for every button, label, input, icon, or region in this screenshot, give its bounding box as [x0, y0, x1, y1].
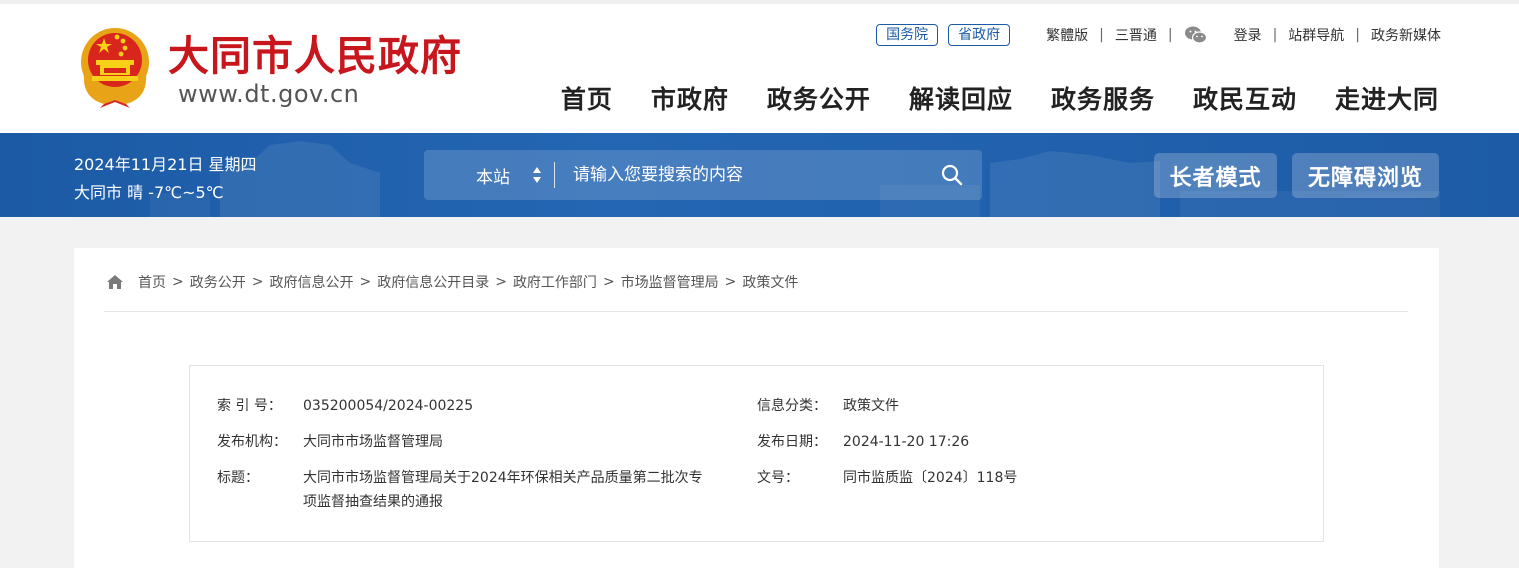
- breadcrumb-separator: >: [602, 274, 615, 290]
- search-input[interactable]: [555, 150, 922, 200]
- meta-docno-value: 同市监质监〔2024〕118号: [843, 470, 1018, 486]
- top-links: 国务院 省政府 繁體版 | 三晋通 | 登录 | 站群导航 | 政务新媒体: [876, 24, 1441, 46]
- meta-title-value: 大同市市场监督管理局关于2024年环保相关产品质量第二批次专 项监督抽查结果的通…: [303, 466, 733, 514]
- login-link[interactable]: 登录: [1234, 25, 1262, 45]
- breadcrumb-item-disclosure-catalog[interactable]: 政府信息公开目录: [377, 272, 489, 292]
- breadcrumb-item-info-disclosure[interactable]: 政府信息公开: [269, 272, 353, 292]
- meta-index-value: 035200054/2024-00225: [303, 398, 474, 414]
- meta-category-value: 政策文件: [843, 398, 899, 414]
- sort-arrows-icon: [533, 167, 541, 183]
- separator: |: [1167, 27, 1173, 43]
- breadcrumb-separator: >: [495, 274, 507, 290]
- nav-about-datong[interactable]: 走进大同: [1335, 80, 1439, 116]
- meta-category-label: 信息分类：: [757, 398, 827, 414]
- meta-date-label: 发布日期：: [757, 434, 827, 450]
- document-meta-box: 索 引 号： 035200054/2024-00225 信息分类： 政策文件 发…: [189, 365, 1324, 542]
- meta-index-label: 索 引 号：: [217, 398, 282, 414]
- main-nav: 首页 市政府 政务公开 解读回应 政务服务 政民互动 走进大同: [561, 80, 1439, 116]
- separator: |: [1272, 27, 1278, 43]
- breadcrumb-item-market-bureau[interactable]: 市场监督管理局: [621, 272, 719, 292]
- current-date: 2024年11月21日 星期四: [74, 155, 257, 174]
- nav-interpretation[interactable]: 解读回应: [909, 80, 1013, 116]
- search-scope-label: 本站: [476, 167, 510, 188]
- meta-docno-row: 文号： 同市监质监〔2024〕118号: [757, 466, 1017, 490]
- breadcrumb-item-gov-affairs[interactable]: 政务公开: [190, 272, 246, 292]
- national-emblem-icon[interactable]: [74, 24, 156, 108]
- meta-publisher-value: 大同市市场监督管理局: [303, 434, 443, 450]
- meta-publisher-row: 发布机构： 大同市市场监督管理局: [217, 430, 443, 454]
- separator: |: [1099, 27, 1104, 43]
- breadcrumb-separator: >: [724, 274, 737, 290]
- nav-home[interactable]: 首页: [561, 80, 613, 116]
- meta-date-value: 2024-11-20 17:26: [843, 434, 970, 450]
- breadcrumb-separator: >: [359, 274, 372, 290]
- site-nav-link[interactable]: 站群导航: [1288, 25, 1344, 45]
- breadcrumb-item-home[interactable]: 首页: [138, 272, 166, 292]
- nav-interaction[interactable]: 政民互动: [1193, 80, 1297, 116]
- state-council-link[interactable]: 国务院: [876, 24, 939, 46]
- traditional-chinese-link[interactable]: 繁體版: [1046, 25, 1088, 45]
- breadcrumb-separator: >: [172, 274, 184, 290]
- meta-title-row: 标题： 大同市市场监督管理局关于2024年环保相关产品质量第二批次专 项监督抽查…: [217, 466, 733, 514]
- meta-index-row: 索 引 号： 035200054/2024-00225: [217, 394, 473, 418]
- divider: [104, 311, 1408, 312]
- nav-gov-services[interactable]: 政务服务: [1051, 80, 1155, 116]
- meta-title-line-1: 大同市市场监督管理局关于2024年环保相关产品质量第二批次专: [303, 470, 703, 486]
- nav-gov-affairs-open[interactable]: 政务公开: [767, 80, 871, 116]
- search-button[interactable]: [922, 150, 982, 200]
- meta-publisher-label: 发布机构：: [217, 434, 287, 450]
- nav-city-gov[interactable]: 市政府: [651, 80, 729, 116]
- breadcrumb: 首页 > 政务公开 > 政府信息公开 > 政府信息公开目录 > 政府工作部门 >…: [106, 272, 798, 292]
- weather-info: 大同市 晴 -7℃~5℃: [74, 183, 224, 202]
- breadcrumb-item-policy-docs[interactable]: 政策文件: [742, 272, 798, 292]
- meta-category-row: 信息分类： 政策文件: [757, 394, 899, 418]
- meta-date-row: 发布日期： 2024-11-20 17:26: [757, 430, 969, 454]
- breadcrumb-item-departments[interactable]: 政府工作部门: [513, 272, 597, 292]
- home-icon: [107, 275, 123, 289]
- site-title[interactable]: 大同市人民政府: [168, 22, 462, 82]
- content-panel: 首页 > 政务公开 > 政府信息公开 > 政府信息公开目录 > 政府工作部门 >…: [74, 248, 1439, 568]
- breadcrumb-separator: >: [251, 274, 264, 290]
- accessible-browse-button[interactable]: 无障碍浏览: [1292, 153, 1439, 198]
- province-gov-link[interactable]: 省政府: [948, 24, 1011, 46]
- elder-mode-button[interactable]: 长者模式: [1154, 153, 1277, 198]
- search-bar: 本站: [424, 150, 982, 200]
- new-media-link[interactable]: 政务新媒体: [1371, 25, 1441, 45]
- sanjin-link[interactable]: 三晋通: [1115, 25, 1157, 45]
- meta-title-label: 标题：: [217, 470, 259, 486]
- site-url: www.dt.gov.cn: [178, 80, 360, 108]
- meta-title-line-2: 项监督抽查结果的通报: [303, 494, 443, 510]
- site-header: 大同市人民政府 www.dt.gov.cn 国务院 省政府 繁體版 | 三晋通 …: [0, 0, 1519, 133]
- banner-bar: 2024年11月21日 星期四 大同市 晴 -7℃~5℃ 本站 长者模式 无障碍…: [0, 133, 1519, 217]
- separator: |: [1355, 27, 1360, 43]
- search-scope-select[interactable]: 本站: [424, 150, 554, 200]
- wechat-icon[interactable]: [1184, 25, 1208, 45]
- search-icon: [941, 164, 963, 186]
- meta-docno-label: 文号：: [757, 470, 799, 486]
